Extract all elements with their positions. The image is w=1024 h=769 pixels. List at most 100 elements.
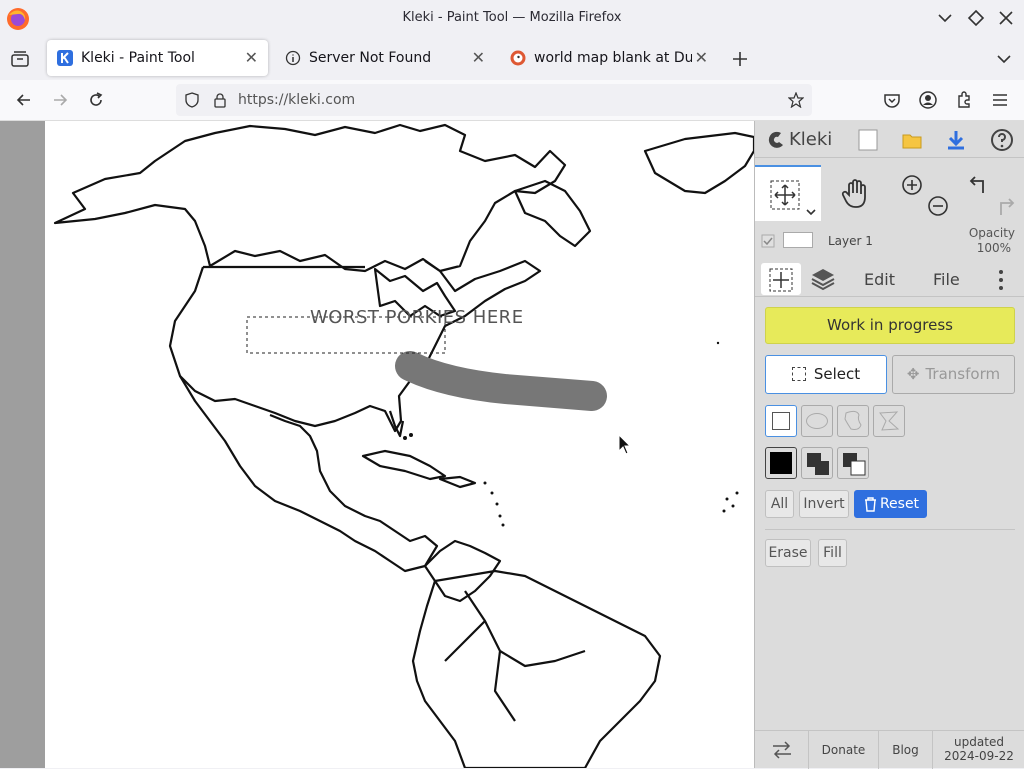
ellipse-icon	[806, 413, 828, 429]
mode-subtract-icon	[843, 453, 866, 476]
layer-name: Layer 1	[828, 234, 873, 248]
layer-thumbnail	[783, 232, 813, 248]
donate-link[interactable]: Donate	[809, 731, 879, 769]
dashed-rect-icon	[791, 367, 806, 381]
canvas-area[interactable]: WORST PORKIES HERE	[0, 121, 754, 768]
shape-rectangle-button[interactable]	[765, 405, 797, 437]
new-tab-icon[interactable]	[730, 49, 750, 69]
url-bar[interactable]: https://kleki.com	[176, 84, 812, 116]
select-tool-button[interactable]	[755, 165, 821, 221]
title-bar: Kleki - Paint Tool — Mozilla Firefox	[0, 0, 1024, 36]
panel-header: Kleki	[755, 121, 1024, 158]
updated-info[interactable]: updated 2024-09-22	[933, 731, 1024, 769]
mode-replace-button[interactable]	[765, 447, 797, 479]
rectangle-icon	[772, 412, 790, 430]
panel-footer: Donate Blog updated 2024-09-22	[755, 730, 1024, 769]
tab-bar: Kleki - Paint Tool ✕ Server Not Found ✕ …	[0, 36, 1024, 80]
select-button-label: Select	[813, 365, 861, 383]
tab-duckduckgo[interactable]: world map blank at DuckDuckGo ✕	[500, 40, 718, 76]
close-tab-icon[interactable]: ✕	[245, 48, 258, 67]
zoom-tool-button[interactable]	[891, 165, 957, 221]
transform-button[interactable]: ✥ Transform	[892, 355, 1015, 394]
lasso-icon	[844, 410, 862, 430]
drawing-canvas[interactable]: WORST PORKIES HERE	[45, 121, 754, 768]
tab-kleki[interactable]: Kleki - Paint Tool ✕	[47, 40, 268, 76]
shape-lasso-button[interactable]	[837, 405, 869, 437]
reset-selection-button[interactable]: Reset	[854, 490, 927, 518]
maximize-icon[interactable]	[966, 8, 986, 28]
url-text[interactable]: https://kleki.com	[238, 92, 355, 108]
layer-opacity-value: 100%	[976, 241, 1011, 255]
mode-add-button[interactable]	[801, 447, 833, 479]
back-icon[interactable]	[14, 90, 34, 110]
lock-icon[interactable]	[212, 92, 228, 108]
extensions-icon[interactable]	[954, 90, 974, 110]
swap-arrows-icon	[773, 741, 791, 759]
map-outline-greenland	[643, 131, 754, 195]
fill-button[interactable]: Fill	[818, 539, 847, 567]
bookmark-star-icon[interactable]	[788, 92, 804, 108]
invert-selection-button[interactable]: Invert	[799, 490, 849, 518]
hand-icon	[841, 179, 866, 208]
brush-stroke	[395, 351, 607, 411]
pocket-icon[interactable]	[882, 90, 902, 110]
more-options-icon[interactable]	[997, 268, 1005, 292]
hand-tool-button[interactable]	[823, 165, 889, 221]
list-all-tabs-icon[interactable]	[994, 49, 1014, 69]
account-icon[interactable]	[918, 90, 938, 110]
trash-icon	[865, 497, 876, 512]
map-outline-north	[53, 123, 567, 273]
history-tool-button[interactable]	[959, 165, 1024, 221]
close-tab-icon[interactable]: ✕	[695, 48, 708, 67]
tab-server-not-found[interactable]: Server Not Found ✕	[275, 40, 495, 76]
tab-overview-icon[interactable]	[10, 50, 30, 68]
tab-file[interactable]: File	[933, 270, 960, 289]
map-outline-mexico	[179, 375, 439, 573]
open-folder-icon[interactable]	[901, 130, 923, 150]
minimize-icon[interactable]	[935, 8, 955, 28]
map-drawing	[53, 123, 754, 768]
close-window-icon[interactable]	[996, 8, 1016, 28]
select-all-button[interactable]: All	[765, 490, 794, 518]
tab-tool-settings[interactable]	[761, 263, 801, 295]
save-download-icon[interactable]	[945, 129, 967, 151]
new-image-icon[interactable]	[858, 129, 878, 151]
close-tab-icon[interactable]: ✕	[472, 48, 485, 67]
help-icon[interactable]	[990, 128, 1014, 152]
undo-icon[interactable]	[967, 173, 991, 195]
map-outline-south-america	[411, 569, 662, 768]
mode-subtract-button[interactable]	[837, 447, 869, 479]
layer-row[interactable]: Layer 1 Opacity 100%	[755, 221, 1024, 261]
transform-button-label: Transform	[925, 365, 1001, 383]
tool-selector-row	[755, 165, 1024, 221]
map-outline-usa	[168, 259, 542, 433]
layer-visibility-checkbox-icon[interactable]	[761, 234, 775, 248]
status-banner: Work in progress	[765, 307, 1015, 344]
tab-edit[interactable]: Edit	[864, 270, 895, 289]
select-move-icon	[770, 180, 800, 210]
reload-icon[interactable]	[86, 90, 106, 110]
shape-ellipse-button[interactable]	[801, 405, 833, 437]
select-button[interactable]: Select	[765, 355, 887, 394]
map-outline-hispaniola	[438, 475, 477, 489]
updated-label: updated	[954, 735, 1004, 749]
updated-date: 2024-09-22	[944, 749, 1014, 763]
blog-link[interactable]: Blog	[879, 731, 933, 769]
panel-tabs: Edit File	[755, 261, 1024, 297]
chevron-down-icon[interactable]	[805, 207, 817, 217]
menu-icon[interactable]	[990, 90, 1010, 110]
erase-button[interactable]: Erase	[765, 539, 811, 567]
shape-polygon-button[interactable]	[873, 405, 905, 437]
layers-icon[interactable]	[810, 267, 836, 291]
redo-icon[interactable]	[993, 195, 1017, 217]
forward-icon[interactable]	[50, 90, 70, 110]
zoom-out-icon[interactable]	[927, 195, 949, 217]
zoom-in-icon[interactable]	[901, 174, 923, 196]
window-title: Kleki - Paint Tool — Mozilla Firefox	[402, 10, 622, 25]
shield-icon[interactable]	[184, 92, 200, 108]
layer-opacity-label: Opacity	[968, 226, 1015, 240]
canvas-text-overlay: WORST PORKIES HERE	[310, 307, 524, 328]
kleki-favicon-icon	[57, 50, 73, 66]
swap-side-button[interactable]	[755, 731, 809, 769]
tab-label: world map blank at DuckDuckGo	[534, 50, 692, 66]
